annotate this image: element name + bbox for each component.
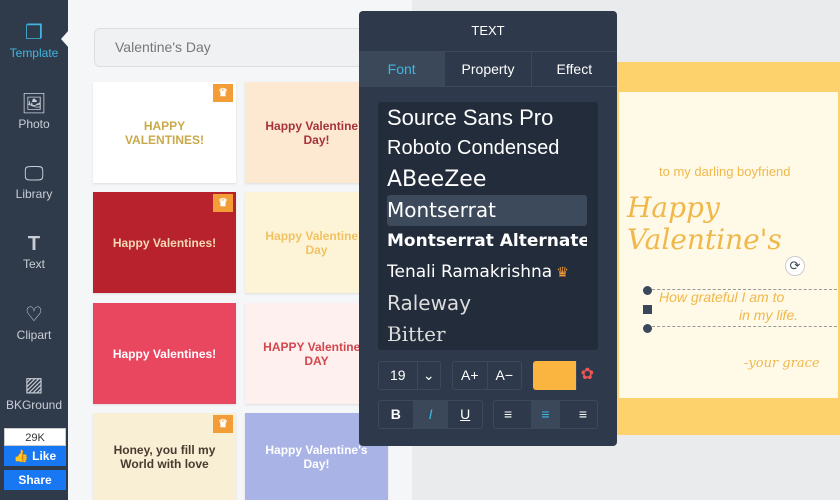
like-label: Like bbox=[32, 449, 57, 463]
sidebar-label: Clipart bbox=[16, 328, 52, 342]
align-right-icon[interactable]: ≡ bbox=[560, 401, 597, 428]
like-count: 29K bbox=[4, 428, 66, 446]
sidebar-label: Photo bbox=[18, 117, 50, 131]
category-value: Valentine's Day bbox=[115, 39, 211, 55]
card-body: to my darling boyfriend Happy Valentine'… bbox=[617, 90, 840, 400]
like-button[interactable]: 👍 Like bbox=[4, 446, 66, 466]
sidebar-label: Template bbox=[9, 46, 59, 60]
font-option[interactable]: Bitter bbox=[387, 319, 587, 350]
template-thumbnail[interactable]: HAPPY VALENTINES! ♛ bbox=[93, 82, 236, 183]
crown-icon: ♛ bbox=[213, 194, 233, 212]
chevron-down-icon[interactable]: ⌄ bbox=[418, 362, 441, 389]
sidebar-item-background[interactable]: ▨ BKGround bbox=[0, 372, 68, 432]
resize-handle[interactable] bbox=[643, 286, 652, 295]
text-popup: TEXT Font Property Effect Source Sans Pr… bbox=[359, 11, 617, 446]
sidebar-item-photo[interactable]: 🖼 Photo bbox=[0, 91, 68, 151]
background-icon: ▨ bbox=[24, 374, 44, 396]
color-picker[interactable]: ✿ bbox=[533, 361, 598, 390]
font-size-select[interactable]: 19 ⌄ bbox=[378, 361, 441, 390]
sidebar-label: Text bbox=[22, 257, 45, 271]
color-swatch[interactable] bbox=[533, 361, 577, 390]
category-dropdown[interactable]: Valentine's Day bbox=[94, 28, 384, 67]
move-handle[interactable] bbox=[643, 305, 652, 314]
font-list[interactable]: Source Sans Pro Roboto Condensed ABeeZee… bbox=[378, 102, 598, 350]
design-canvas[interactable]: to my darling boyfriend Happy Valentine'… bbox=[617, 62, 840, 435]
rotate-icon[interactable]: ⟳ bbox=[785, 256, 805, 276]
font-name: Tenali Ramakrishna bbox=[387, 262, 553, 282]
popup-title: TEXT bbox=[471, 23, 505, 38]
template-title: Happy Valentines! bbox=[112, 235, 217, 250]
sidebar-label: BKGround bbox=[5, 398, 63, 412]
text-style-group: BIU bbox=[378, 400, 483, 429]
thumbs-up-icon: 👍 bbox=[13, 449, 33, 463]
alignment-group: ≡ ≡ ≡ bbox=[493, 400, 598, 429]
align-center-icon[interactable]: ≡ bbox=[532, 401, 560, 428]
photo-icon: 🖼 bbox=[21, 93, 47, 115]
font-option[interactable]: Tenali Ramakrishna ♛ bbox=[387, 257, 587, 288]
sidebar-item-text[interactable]: T Text bbox=[0, 231, 68, 291]
canvas-text-title[interactable]: Happy Valentine's bbox=[627, 192, 832, 256]
italic-button[interactable]: I bbox=[413, 401, 449, 428]
template-title: Happy Valentines! bbox=[112, 346, 217, 361]
font-size-value: 19 bbox=[379, 362, 418, 389]
popup-tabs: Font Property Effect bbox=[359, 51, 617, 87]
font-size-steps: A+ A− bbox=[452, 361, 522, 390]
tab-property[interactable]: Property bbox=[445, 52, 532, 86]
sidebar-item-template[interactable]: ❐ Template bbox=[0, 20, 68, 80]
crown-icon: ♛ bbox=[556, 265, 569, 281]
template-icon: ❐ bbox=[25, 22, 43, 44]
bold-button[interactable]: B bbox=[379, 401, 414, 428]
font-option[interactable]: Source Sans Pro bbox=[387, 102, 587, 133]
tab-font[interactable]: Font bbox=[359, 52, 446, 86]
underline-button[interactable]: U bbox=[448, 401, 482, 428]
crown-icon: ♛ bbox=[213, 415, 233, 433]
font-option-selected[interactable]: Montserrat bbox=[387, 195, 587, 226]
facebook-widget: 29K 👍 Like Share bbox=[4, 428, 66, 490]
canvas-text-greeting[interactable]: to my darling boyfriend bbox=[659, 164, 791, 179]
text-icon: T bbox=[27, 233, 41, 255]
selection-box[interactable] bbox=[647, 289, 837, 327]
sidebar-label: Library bbox=[15, 187, 53, 201]
template-title: HAPPY VALENTINES! bbox=[124, 118, 205, 147]
align-left-icon[interactable]: ≡ bbox=[494, 401, 532, 428]
decrease-size-button[interactable]: A− bbox=[488, 362, 522, 389]
tab-effect[interactable]: Effect bbox=[532, 52, 617, 86]
sidebar-item-clipart[interactable]: ♡ Clipart bbox=[0, 302, 68, 362]
increase-size-button[interactable]: A+ bbox=[453, 362, 488, 389]
sidebar-item-library[interactable]: 🖵 Library bbox=[0, 161, 68, 221]
palette-icon[interactable]: ✿ bbox=[576, 361, 598, 390]
monitor-icon: 🖵 bbox=[24, 163, 44, 185]
template-thumbnail[interactable]: Happy Valentines! bbox=[93, 303, 236, 404]
template-thumbnail[interactable]: Happy Valentines! ♛ bbox=[93, 192, 236, 293]
share-button[interactable]: Share bbox=[4, 470, 66, 490]
font-option[interactable]: Raleway bbox=[387, 288, 587, 319]
font-option[interactable]: Montserrat Alternates bbox=[387, 226, 587, 257]
active-indicator bbox=[61, 30, 69, 48]
template-thumbnail[interactable]: Honey, you fill my World with love ♛ bbox=[93, 413, 236, 500]
canvas-text-signature[interactable]: -your grace bbox=[744, 356, 820, 371]
font-option[interactable]: Roboto Condensed bbox=[387, 133, 587, 164]
sidebar: ❐ Template 🖼 Photo 🖵 Library T Text ♡ Clipart… bbox=[0, 0, 68, 500]
heart-icon: ♡ bbox=[25, 304, 43, 326]
crown-icon: ♛ bbox=[213, 84, 233, 102]
resize-handle[interactable] bbox=[643, 324, 652, 333]
font-option[interactable]: ABeeZee bbox=[387, 164, 587, 195]
template-title: Honey, you fill my World with love bbox=[113, 442, 216, 471]
template-title: Happy Valentine's Day! bbox=[265, 442, 368, 471]
